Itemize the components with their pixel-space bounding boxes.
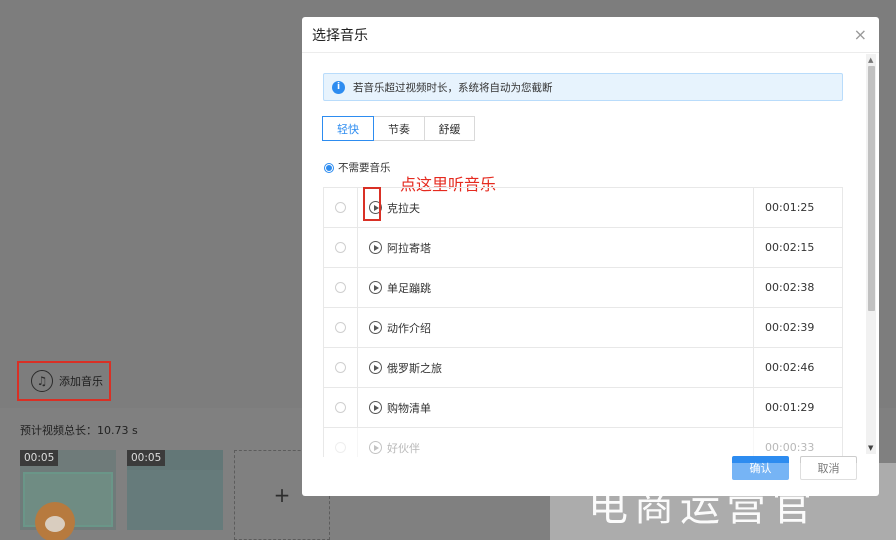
radio-icon[interactable]	[335, 442, 346, 453]
music-list: 克拉夫 00:01:25 阿拉寄塔 00:02:15 单足蹦跳 00:02:38…	[323, 187, 843, 457]
radio-icon[interactable]	[335, 242, 346, 253]
clip-image	[127, 470, 223, 530]
tab-rhythm[interactable]: 节奏	[373, 116, 425, 141]
track-duration: 00:02:15	[765, 241, 815, 254]
dialog-header: 选择音乐 ×	[302, 17, 879, 53]
watermark-text: 电商运营官	[588, 484, 818, 530]
list-item[interactable]: 阿拉寄塔 00:02:15	[324, 228, 842, 268]
add-music-label: 添加音乐	[59, 375, 103, 388]
clip-thumbnail[interactable]: 00:05	[127, 450, 223, 530]
track-duration: 00:01:29	[765, 401, 815, 414]
track-duration: 00:02:39	[765, 321, 815, 334]
play-icon[interactable]	[369, 241, 382, 254]
radio-icon[interactable]	[335, 282, 346, 293]
track-name: 俄罗斯之旅	[387, 361, 442, 375]
scroll-up-icon[interactable]: ▲	[868, 56, 873, 64]
radio-selected-icon[interactable]	[324, 162, 334, 173]
info-notice: i 若音乐超过视频时长，系统将自动为您截断	[323, 73, 843, 101]
list-item[interactable]: 好伙伴 00:00:33	[324, 428, 842, 457]
play-highlight-box	[363, 187, 381, 221]
no-music-option[interactable]: 不需要音乐	[324, 160, 391, 175]
play-icon[interactable]	[369, 281, 382, 294]
track-name: 动作介绍	[387, 321, 431, 335]
track-duration: 00:02:38	[765, 281, 815, 294]
add-music-button[interactable]: ♫ 添加音乐	[17, 361, 111, 401]
play-icon[interactable]	[369, 401, 382, 414]
play-icon[interactable]	[369, 321, 382, 334]
music-category-tabs: 轻快 节奏 舒缓	[322, 116, 475, 141]
track-duration: 00:00:33	[765, 441, 815, 454]
tab-soothing[interactable]: 舒缓	[424, 116, 475, 141]
track-name: 购物清单	[387, 401, 431, 415]
play-icon[interactable]	[369, 441, 382, 454]
scrollbar[interactable]: ▲ ▼	[866, 54, 876, 454]
track-name: 阿拉寄塔	[387, 241, 431, 255]
track-name: 单足蹦跳	[387, 281, 431, 295]
list-item[interactable]: 俄罗斯之旅 00:02:46	[324, 348, 842, 388]
tab-light[interactable]: 轻快	[322, 116, 374, 141]
no-music-label: 不需要音乐	[338, 162, 391, 174]
list-item[interactable]: 动作介绍 00:02:39	[324, 308, 842, 348]
list-item[interactable]: 单足蹦跳 00:02:38	[324, 268, 842, 308]
radio-icon[interactable]	[335, 202, 346, 213]
radio-icon[interactable]	[335, 322, 346, 333]
notice-text: 若音乐超过视频时长，系统将自动为您截断	[353, 81, 553, 94]
total-duration-text: 预计视频总长：10.73 s	[20, 424, 138, 437]
clip-image	[23, 472, 113, 540]
radio-icon[interactable]	[335, 362, 346, 373]
clip-thumbnail[interactable]: 00:05	[20, 450, 116, 540]
track-name: 克拉夫	[387, 201, 420, 215]
clip-duration: 00:05	[20, 450, 59, 466]
info-icon: i	[332, 80, 345, 94]
track-duration: 00:01:25	[765, 201, 815, 214]
list-item[interactable]: 克拉夫 00:01:25	[324, 188, 842, 228]
radio-icon[interactable]	[335, 402, 346, 413]
track-duration: 00:02:46	[765, 361, 815, 374]
select-music-dialog: 选择音乐 × i 若音乐超过视频时长，系统将自动为您截断 轻快 节奏 舒缓 不需…	[302, 17, 879, 496]
list-item[interactable]: 购物清单 00:01:29	[324, 388, 842, 428]
dog-illustration	[35, 502, 75, 540]
close-icon[interactable]: ×	[854, 25, 867, 44]
clip-duration: 00:05	[127, 450, 166, 466]
scrollbar-thumb[interactable]	[868, 66, 875, 311]
dialog-title: 选择音乐	[312, 27, 368, 44]
scroll-down-icon[interactable]: ▼	[868, 444, 873, 452]
music-note-icon: ♫	[31, 370, 53, 392]
track-name: 好伙伴	[387, 441, 420, 455]
play-icon[interactable]	[369, 361, 382, 374]
